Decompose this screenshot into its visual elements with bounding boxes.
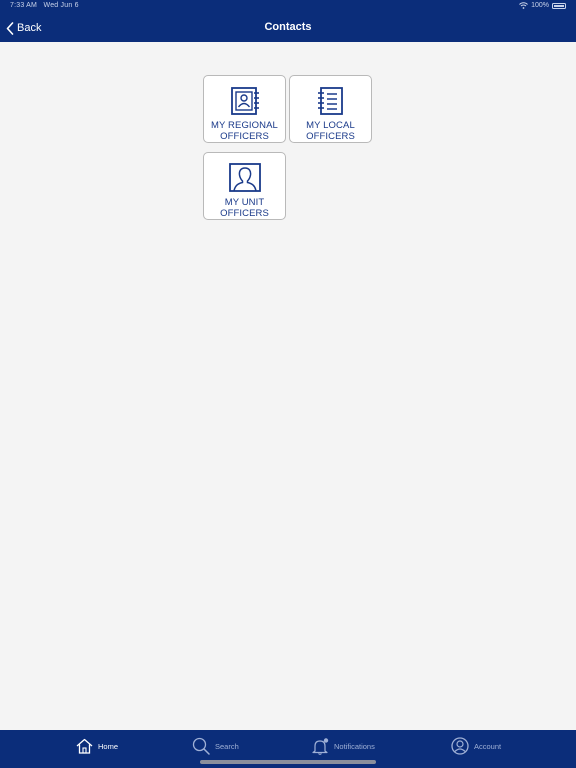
tab-label: Notifications [334, 741, 375, 751]
tile-label-line1: MY REGIONAL [211, 120, 278, 131]
home-indicator [200, 760, 376, 764]
wifi-icon [519, 2, 528, 9]
tab-label: Search [215, 741, 239, 751]
home-icon [76, 738, 93, 754]
contact-card-icon [230, 87, 259, 115]
navigation-bar: 7:33 AM Wed Jun 6 100% Back Contacts [0, 0, 576, 42]
tile-label-line1: MY UNIT [224, 197, 265, 208]
search-icon [192, 737, 210, 755]
tile-label-line2: OFFICERS [220, 208, 269, 219]
status-date: Wed Jun 6 [43, 2, 79, 9]
battery-icon [552, 2, 566, 9]
tile-label: MY LOCAL OFFICERS [290, 120, 371, 142]
tab-notifications[interactable]: Notifications [312, 736, 375, 756]
tab-label: Account [474, 741, 502, 751]
tab-label: Home [98, 741, 119, 751]
tab-search[interactable]: Search [192, 736, 239, 756]
tile-label-line2: OFFICERS [220, 131, 269, 142]
tile-my-unit-officers[interactable]: MY UNIT OFFICERS [203, 152, 286, 220]
tile-label: MY UNIT OFFICERS [204, 197, 285, 219]
tab-account[interactable]: Account [451, 736, 501, 756]
status-bar-right: 100% [519, 2, 566, 9]
battery-percent: 100% [531, 2, 549, 9]
person-frame-icon [228, 163, 261, 192]
notebook-list-icon [317, 87, 343, 115]
bell-icon [312, 737, 329, 755]
page-title: Contacts [264, 21, 312, 33]
tile-label: MY REGIONAL OFFICERS [204, 120, 285, 142]
tile-label-line2: OFFICERS [306, 131, 355, 142]
account-icon [451, 737, 469, 755]
status-time: 7:33 AM [10, 2, 38, 9]
tab-home[interactable]: Home [76, 736, 118, 756]
status-bar-time: 7:33 AM Wed Jun 6 [10, 2, 79, 9]
tile-label-line1: MY LOCAL [306, 120, 355, 131]
tile-my-local-officers[interactable]: MY LOCAL OFFICERS [289, 75, 372, 143]
tile-my-regional-officers[interactable]: MY REGIONAL OFFICERS [203, 75, 286, 143]
